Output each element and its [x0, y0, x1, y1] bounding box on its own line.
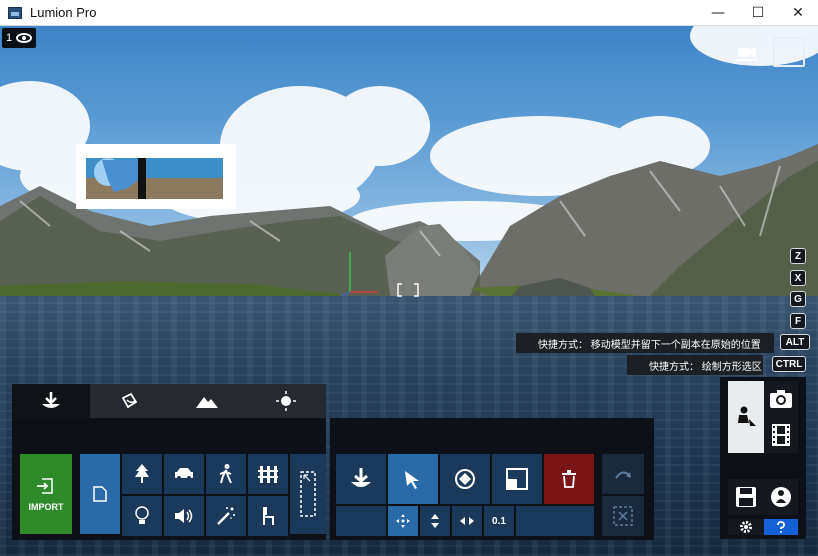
deselect-button[interactable]	[602, 496, 644, 536]
offset-button[interactable]: 0.1	[484, 506, 514, 536]
view-number: 1	[6, 32, 13, 44]
alt-shortcut-hint: 快捷方式： 移动模型并留下一个副本在原始的位置	[516, 333, 774, 353]
axis-gizmo	[341, 252, 378, 296]
ctrl-shortcut-hint: 快捷方式： 绘制方形选区	[627, 355, 763, 375]
transform-tools-panel: 0.1	[330, 418, 654, 540]
furniture-button[interactable]	[248, 496, 288, 536]
category-tabs	[12, 384, 326, 418]
left-right-arrow-icon	[460, 517, 474, 525]
app-logo-icon	[8, 6, 22, 19]
camera-view-frame[interactable]	[773, 37, 805, 67]
minimize-button[interactable]: —	[698, 0, 738, 26]
movie-mode-button[interactable]	[764, 417, 798, 453]
360-panorama-button[interactable]	[764, 479, 798, 515]
gear-icon	[740, 521, 752, 533]
globe-person-icon	[771, 487, 791, 507]
import-label: IMPORT	[28, 502, 64, 512]
close-button[interactable]: ✕	[778, 0, 818, 26]
cursor-arrow-icon	[405, 471, 419, 489]
tab-weather[interactable]	[246, 384, 326, 418]
move-sideways-button[interactable]	[452, 506, 482, 536]
camera-icon[interactable]	[736, 44, 758, 62]
key-z: Z	[790, 248, 806, 264]
fence-icon	[258, 466, 278, 483]
new-file-button[interactable]	[80, 454, 120, 534]
photo-mode-button[interactable]	[764, 381, 798, 417]
car-icon	[175, 468, 193, 480]
download-icon	[42, 392, 60, 408]
key-g: G	[790, 291, 806, 307]
mode-panel	[720, 377, 806, 539]
rotate-icon	[455, 469, 475, 489]
nature-button[interactable]	[122, 454, 162, 494]
key-f: F	[790, 313, 806, 329]
object-library-panel: IMPORT	[12, 418, 326, 540]
walking-person-icon	[219, 464, 232, 484]
up-down-arrow-icon	[431, 514, 439, 528]
place-object-button[interactable]	[336, 454, 386, 504]
object-preview	[76, 144, 236, 209]
window-title: Lumion Pro	[30, 5, 97, 20]
delete-button[interactable]	[544, 454, 594, 504]
deselect-icon	[613, 506, 633, 526]
people-button[interactable]	[206, 454, 246, 494]
lights-button[interactable]	[122, 496, 162, 536]
tree-icon	[135, 464, 149, 483]
tab-import[interactable]	[12, 384, 90, 418]
empty-slot	[336, 506, 386, 536]
view-selector[interactable]: 1	[2, 28, 37, 48]
import-file-icon	[37, 478, 53, 494]
mountain-icon	[196, 397, 218, 408]
dashed-rectangle-icon	[300, 471, 316, 517]
speaker-icon	[175, 509, 193, 523]
floppy-disk-icon	[736, 487, 756, 507]
maximize-button[interactable]: ☐	[738, 0, 778, 26]
tab-materials[interactable]	[90, 384, 168, 418]
area-select-button[interactable]	[290, 454, 326, 534]
film-strip-icon	[772, 424, 790, 446]
scale-icon	[506, 468, 528, 490]
offset-label: 0.1	[492, 515, 506, 527]
title-bar: Lumion Pro — ☐ ✕	[0, 0, 818, 26]
move-vertical-button[interactable]	[420, 506, 450, 536]
sun-icon	[276, 391, 296, 411]
chair-icon	[263, 507, 274, 525]
tab-landscape[interactable]	[168, 384, 246, 418]
worker-icon	[738, 406, 756, 426]
save-button[interactable]	[728, 479, 764, 515]
scale-button[interactable]	[492, 454, 542, 504]
preview-image	[86, 158, 223, 199]
effects-button[interactable]	[206, 496, 246, 536]
place-download-icon	[351, 468, 371, 487]
move-arrows-icon	[396, 514, 410, 528]
transport-button[interactable]	[164, 454, 204, 494]
crosshair-icon	[397, 283, 419, 297]
key-x: X	[790, 270, 806, 286]
file-icon	[93, 486, 107, 502]
undo-button[interactable]	[602, 454, 644, 494]
eye-icon	[16, 33, 33, 43]
undo-icon	[615, 471, 631, 479]
key-alt: ALT	[780, 334, 810, 350]
question-mark-icon	[777, 521, 785, 533]
build-mode-button[interactable]	[728, 381, 764, 453]
magic-wand-icon	[217, 507, 235, 525]
settings-button[interactable]	[728, 519, 764, 535]
import-button[interactable]: IMPORT	[20, 454, 72, 534]
help-button[interactable]	[764, 519, 798, 535]
fence-button[interactable]	[248, 454, 288, 494]
empty-slot-wide	[516, 506, 594, 536]
select-move-button[interactable]	[388, 454, 438, 504]
sound-button[interactable]	[164, 496, 204, 536]
light-bulb-icon	[135, 506, 149, 524]
key-ctrl: CTRL	[772, 356, 806, 372]
rotate-button[interactable]	[440, 454, 490, 504]
trash-icon	[562, 470, 576, 488]
move-horizontal-button[interactable]	[388, 506, 418, 536]
photo-camera-icon	[770, 390, 792, 408]
paint-bucket-icon	[121, 392, 138, 409]
